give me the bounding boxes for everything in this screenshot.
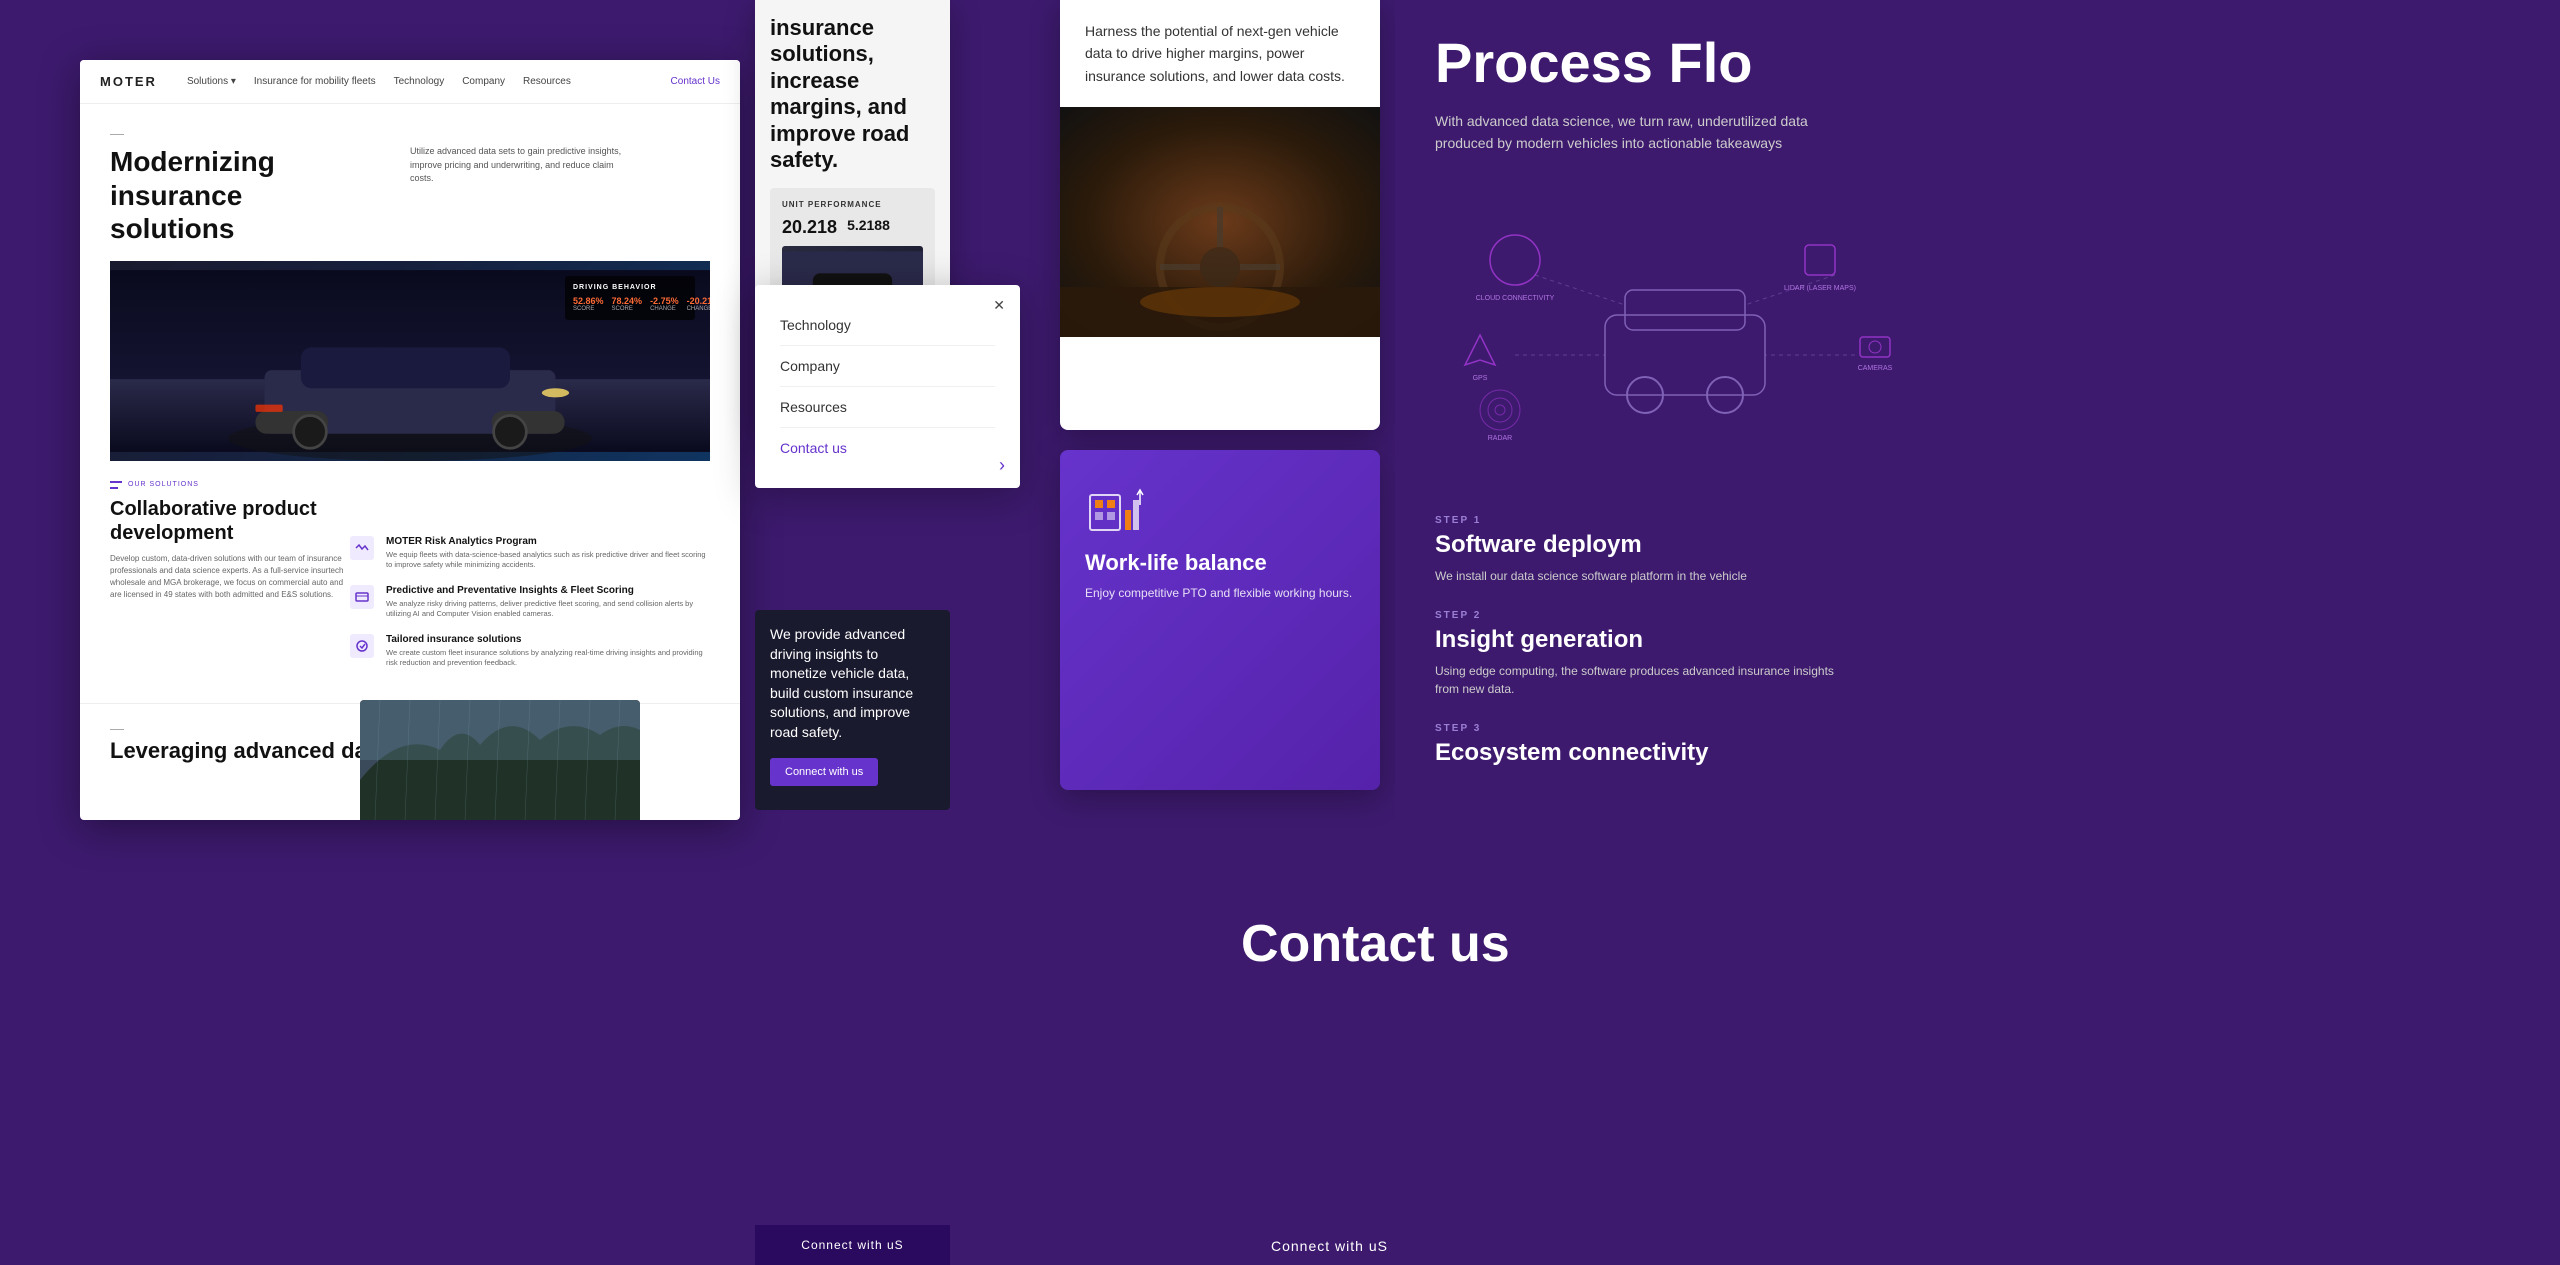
db-title: DRIVING BEHAVIOR	[573, 284, 687, 291]
unit-perf-num2: 5.2188	[847, 217, 890, 238]
step-2-label: STEP 2	[1435, 610, 2520, 621]
solution-item-2: Predictive and Preventative Insights & F…	[350, 585, 710, 620]
step-3-label: STEP 3	[1435, 723, 2520, 734]
center-right-description: Harness the potential of next-gen vehicl…	[1060, 0, 1380, 107]
contact-us-heading: Contact us	[1241, 914, 1672, 974]
db-metric-label-3: CHANGE	[650, 306, 679, 312]
popup-nav-contact[interactable]: Contact us	[780, 428, 995, 468]
rain-scene-svg	[360, 700, 640, 820]
hero-title: Modernizing insurance solutions	[110, 145, 370, 246]
nav-company[interactable]: Company	[462, 76, 505, 87]
solution-text-3: Tailored insurance solutions We create c…	[386, 634, 710, 669]
db-metric-label-4: CHANGE	[687, 306, 710, 312]
popup-close-button[interactable]: ✕	[993, 297, 1005, 314]
nav-insurance[interactable]: Insurance for mobility fleets	[254, 76, 376, 87]
step-1-description: We install our data science software pla…	[1435, 567, 1855, 585]
popup-nav-company[interactable]: Company	[780, 346, 995, 387]
work-life-svg	[1085, 475, 1145, 535]
connect-footer-area: Connect with uS	[1271, 1226, 1388, 1265]
nav-resources[interactable]: Resources	[523, 76, 571, 87]
process-subtitle: With advanced data science, we turn raw,…	[1395, 110, 1875, 185]
unit-perf-num1: 20.218	[782, 217, 837, 238]
site-hero-section: Modernizing insurance solutions Utilize …	[80, 104, 740, 461]
solution-text-2: Predictive and Preventative Insights & F…	[386, 585, 710, 620]
unit-perf-title: UNIT PERFORMANCE	[782, 200, 923, 209]
svg-text:CAMERAS: CAMERAS	[1858, 365, 1893, 372]
popup-menu: ✕ Technology Company Resources Contact u…	[755, 285, 1020, 488]
nav-solutions[interactable]: Solutions ▾	[187, 76, 236, 87]
right-process-panel: Process Flo With advanced data science, …	[1395, 0, 2560, 1265]
process-title: Process Flo	[1395, 0, 2560, 110]
nav-links: Solutions ▾ Insurance for mobility fleet…	[187, 76, 671, 87]
bottom-car-image	[360, 700, 640, 820]
svg-text:GPS: GPS	[1473, 375, 1488, 382]
hero-description: Utilize advanced data sets to gain predi…	[410, 145, 630, 186]
hero-content: Modernizing insurance solutions Utilize …	[110, 145, 710, 246]
data-section: Leveraging advanced data sets	[80, 703, 740, 804]
solutions-title: Collaborative product development	[110, 497, 330, 545]
solutions-items: MOTER Risk Analytics Program We equip fl…	[350, 536, 710, 669]
work-life-title: Work-life balance	[1085, 550, 1355, 576]
db-metric-2: 78.24%	[612, 296, 643, 306]
step-1-label: STEP 1	[1435, 515, 2520, 526]
process-diagram-area: CLOUD CONNECTIVITY LIDAR (LASER MAPS) GP…	[1395, 185, 2560, 500]
db-metric-3: -2.75%	[650, 296, 679, 306]
svg-text:RADAR: RADAR	[1488, 435, 1513, 442]
db-metrics: 52.86% SCORE 78.24% SCORE -2.75% CHANGE …	[573, 296, 687, 312]
db-metric-4: -20.21%	[687, 296, 710, 306]
process-steps: STEP 1 Software deploym We install our d…	[1395, 500, 2560, 807]
db-metric-label-1: SCORE	[573, 306, 604, 312]
nav-technology[interactable]: Technology	[394, 76, 445, 87]
step-3-title: Ecosystem connectivity	[1435, 739, 2520, 767]
interior-svg	[1060, 107, 1380, 337]
connect-with-us-footer-text: Connect with uS	[1271, 1238, 1388, 1254]
step-3: STEP 3 Ecosystem connectivity	[1435, 723, 2520, 767]
process-diagram-svg: CLOUD CONNECTIVITY LIDAR (LASER MAPS) GP…	[1435, 195, 1935, 475]
solution-icon-2	[350, 585, 374, 609]
mobile-bottom-section: We provide advanced driving insights to …	[755, 610, 950, 810]
solutions-description: Develop custom, data-driven solutions wi…	[110, 553, 350, 601]
work-life-icon	[1085, 475, 1145, 535]
popup-nav-resources[interactable]: Resources	[780, 387, 995, 428]
work-life-description: Enjoy competitive PTO and flexible worki…	[1085, 584, 1355, 602]
step-1: STEP 1 Software deploym We install our d…	[1435, 515, 2520, 585]
hero-car-image: DRIVING BEHAVIOR 52.86% SCORE 78.24% SCO…	[110, 261, 710, 461]
driving-behavior-overlay: DRIVING BEHAVIOR 52.86% SCORE 78.24% SCO…	[565, 276, 695, 320]
step-2-title: Insight generation	[1435, 626, 2520, 654]
solution-item-3: Tailored insurance solutions We create c…	[350, 634, 710, 669]
popup-next-arrow[interactable]: ›	[999, 455, 1005, 476]
step-2: STEP 2 Insight generation Using edge com…	[1435, 610, 2520, 698]
hero-tag	[110, 134, 710, 135]
step-2-description: Using edge computing, the software produ…	[1435, 662, 1855, 698]
solution-icon-3	[350, 634, 374, 658]
site-logo: MOTER	[100, 74, 157, 89]
step-1-title: Software deploym	[1435, 531, 2520, 559]
contact-us-section: Contact us	[1241, 914, 1672, 974]
solutions-tag: OUR SOLUTIONS	[110, 481, 710, 489]
mobile-bottom-text: We provide advanced driving insights to …	[755, 610, 950, 758]
work-life-balance-card: Work-life balance Enjoy competitive PTO …	[1060, 450, 1380, 790]
solutions-section: OUR SOLUTIONS Collaborative product deve…	[80, 461, 740, 703]
connect-footer: Connect with uS	[755, 1225, 950, 1265]
unit-perf-numbers: 20.218 5.2188	[782, 217, 923, 238]
center-right-car-image	[1060, 107, 1380, 337]
connect-with-us-text: Connect with uS	[801, 1238, 903, 1252]
left-website-mockup: MOTER Solutions ▾ Insurance for mobility…	[80, 60, 740, 820]
db-metric-1: 52.86%	[573, 296, 604, 306]
site-navigation: MOTER Solutions ▾ Insurance for mobility…	[80, 60, 740, 104]
db-metric-label-2: SCORE	[612, 306, 643, 312]
solution-icon-1	[350, 536, 374, 560]
svg-text:CLOUD CONNECTIVITY: CLOUD CONNECTIVITY	[1476, 295, 1555, 302]
center-right-panel: Harness the potential of next-gen vehicl…	[1060, 0, 1380, 430]
solution-item-1: MOTER Risk Analytics Program We equip fl…	[350, 536, 710, 571]
connect-with-us-button[interactable]: Connect with us	[770, 758, 878, 786]
popup-nav-technology[interactable]: Technology	[780, 305, 995, 346]
mobile-hero-text: insurance solutions, increase margins, a…	[770, 15, 935, 173]
svg-text:LIDAR (LASER MAPS): LIDAR (LASER MAPS)	[1784, 285, 1856, 292]
solution-text-1: MOTER Risk Analytics Program We equip fl…	[386, 536, 710, 571]
nav-contact[interactable]: Contact Us	[671, 76, 720, 87]
popup-nav-items: Technology Company Resources Contact us	[755, 285, 1020, 488]
